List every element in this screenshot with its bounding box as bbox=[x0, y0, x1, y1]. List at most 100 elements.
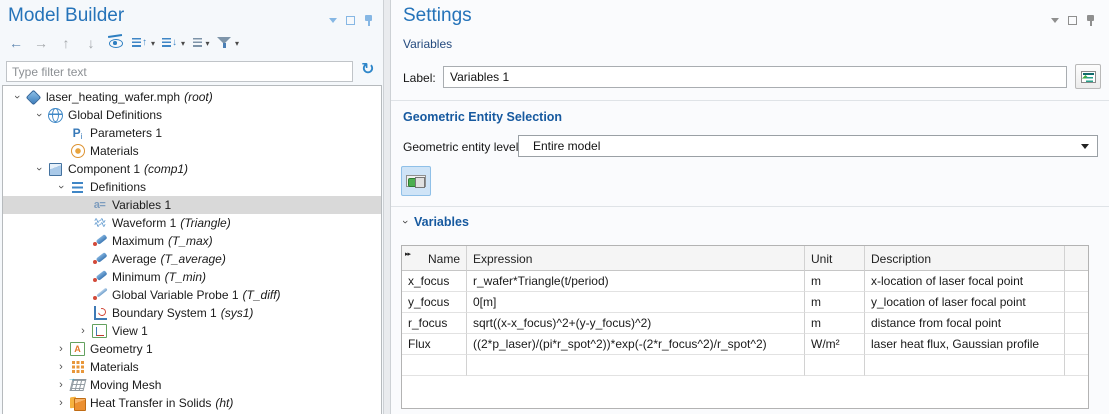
cell-expression[interactable]: sqrt((x-x_focus)^2+(y-y_focus)^2) bbox=[467, 313, 805, 334]
variables-table-row: y_focus 0[m] m y_location of laser focal… bbox=[402, 292, 1088, 313]
geometric-entity-selection-header: Geometric Entity Selection bbox=[403, 110, 562, 124]
tree-item[interactable]: Maximum (T_max) bbox=[3, 232, 381, 250]
tree-expander-icon[interactable] bbox=[31, 109, 47, 121]
tree-item[interactable]: Global Variable Probe 1 (T_diff) bbox=[3, 286, 381, 304]
column-header-unit[interactable]: Unit bbox=[805, 246, 865, 271]
cell-name[interactable]: x_focus bbox=[402, 271, 467, 292]
back-button[interactable]: ← bbox=[5, 32, 27, 54]
cell-description[interactable]: y_location of laser focal point bbox=[865, 292, 1065, 313]
cell-spacer bbox=[1065, 271, 1088, 292]
cell-spacer bbox=[1065, 313, 1088, 334]
cell-description[interactable]: laser heat flux, Gaussian profile bbox=[865, 334, 1065, 355]
cell-expression[interactable] bbox=[467, 355, 805, 376]
cell-unit[interactable] bbox=[805, 355, 865, 376]
model-tree-node-text-button[interactable]: ▾ bbox=[190, 32, 212, 54]
cell-name[interactable]: Flux bbox=[402, 334, 467, 355]
forward-button[interactable]: → bbox=[30, 32, 52, 54]
column-header-name[interactable]: Name bbox=[402, 246, 467, 271]
rename-button[interactable] bbox=[1075, 64, 1101, 89]
tree-expander-icon[interactable] bbox=[31, 163, 47, 175]
tree-item[interactable]: Waveform 1 (Triangle) bbox=[3, 214, 381, 232]
tree-item[interactable]: Heat Transfer in Solids (ht) bbox=[3, 394, 381, 412]
cell-expression[interactable]: ((2*p_laser)/(pi*r_spot^2))*exp(-(2*r_fo… bbox=[467, 334, 805, 355]
tree-expander-icon[interactable] bbox=[75, 235, 91, 247]
pin-icon[interactable] bbox=[1086, 14, 1095, 27]
tree-item[interactable]: Boundary System 1 (sys1) bbox=[3, 304, 381, 322]
tree-expander-icon[interactable] bbox=[75, 325, 91, 337]
label-input[interactable] bbox=[443, 66, 1067, 88]
move-down-icon: ↓ bbox=[88, 36, 95, 50]
tree-expander-icon[interactable] bbox=[75, 217, 91, 229]
cell-description[interactable]: x-location of laser focal point bbox=[865, 271, 1065, 292]
tree-expander-icon[interactable] bbox=[9, 91, 25, 103]
tree-expander-icon[interactable] bbox=[53, 181, 69, 193]
tree-expander-icon[interactable] bbox=[75, 307, 91, 319]
tree-expander-icon[interactable] bbox=[75, 271, 91, 283]
tree-item[interactable]: Average (T_average) bbox=[3, 250, 381, 268]
section-collapse-icon[interactable]: › bbox=[399, 216, 411, 228]
tree-filter-input[interactable] bbox=[6, 61, 353, 82]
show-button[interactable] bbox=[105, 32, 127, 54]
tree-item[interactable]: Definitions bbox=[3, 178, 381, 196]
tree-expander-icon[interactable] bbox=[75, 199, 91, 211]
tree-item[interactable]: Materials bbox=[3, 358, 381, 376]
tree-item[interactable]: Minimum (T_min) bbox=[3, 268, 381, 286]
geometry-icon bbox=[69, 341, 86, 357]
cell-name[interactable]: r_focus bbox=[402, 313, 467, 334]
float-icon[interactable] bbox=[1068, 16, 1077, 25]
tree-item[interactable]: Variables 1 bbox=[3, 196, 381, 214]
tree-expander-icon[interactable] bbox=[75, 289, 91, 301]
cell-unit[interactable]: m bbox=[805, 313, 865, 334]
float-icon[interactable] bbox=[346, 16, 355, 25]
tree-expander-icon[interactable] bbox=[53, 397, 69, 409]
pin-icon[interactable] bbox=[364, 14, 373, 27]
chevron-down-icon: ▾ bbox=[151, 39, 155, 48]
move-down-button[interactable]: ↓ bbox=[80, 32, 102, 54]
definitions-icon bbox=[69, 179, 86, 195]
materials-node-icon bbox=[69, 359, 86, 375]
column-header-description[interactable]: Description bbox=[865, 246, 1065, 271]
variables-table-body: x_focus r_wafer*Triangle(t/period) m x-l… bbox=[402, 271, 1088, 376]
column-header-expression[interactable]: Expression bbox=[467, 246, 805, 271]
cell-name[interactable] bbox=[402, 355, 467, 376]
tree-expander-icon[interactable] bbox=[75, 253, 91, 265]
collapse-all-icon bbox=[132, 38, 141, 49]
tree-item[interactable]: Moving Mesh bbox=[3, 376, 381, 394]
tree-item[interactable]: laser_heating_wafer.mph (root) bbox=[3, 88, 381, 106]
cell-unit[interactable]: W/m² bbox=[805, 334, 865, 355]
variables-section-header-row[interactable]: › Variables bbox=[399, 215, 469, 229]
tree-item[interactable]: View 1 bbox=[3, 322, 381, 340]
cell-description[interactable]: distance from focal point bbox=[865, 313, 1065, 334]
chevron-down-icon[interactable] bbox=[329, 18, 337, 23]
tree-expander-icon[interactable] bbox=[53, 127, 69, 139]
tree-item[interactable]: Materials bbox=[3, 142, 381, 160]
boundary-system-icon bbox=[91, 305, 108, 321]
tree-item[interactable]: Global Definitions bbox=[3, 106, 381, 124]
back-icon: ← bbox=[9, 36, 23, 50]
tree-expander-icon[interactable] bbox=[53, 379, 69, 391]
model-builder-panel: Model Builder ← → ↑ ↓ ↑▾ ↓▾ ▾ ▾ bbox=[0, 0, 384, 414]
comsol-window: Model Builder ← → ↑ ↓ ↑▾ ↓▾ ▾ ▾ bbox=[0, 0, 1109, 414]
filter-button[interactable]: ▾ bbox=[215, 32, 241, 54]
active-selection-toggle-button[interactable] bbox=[401, 166, 431, 196]
geometric-entity-level-select[interactable]: Entire model bbox=[518, 135, 1098, 157]
expand-all-button[interactable]: ↓▾ bbox=[160, 32, 187, 54]
cell-expression[interactable]: r_wafer*Triangle(t/period) bbox=[467, 271, 805, 292]
tree-expander-icon[interactable] bbox=[53, 145, 69, 157]
cell-description[interactable] bbox=[865, 355, 1065, 376]
cell-unit[interactable]: m bbox=[805, 292, 865, 313]
parameters-icon bbox=[69, 125, 86, 141]
chevron-down-icon[interactable] bbox=[1051, 18, 1059, 23]
tree-item[interactable]: Geometry 1 bbox=[3, 340, 381, 358]
tree-expander-icon[interactable] bbox=[53, 361, 69, 373]
refresh-icon[interactable]: ↻ bbox=[361, 59, 374, 79]
cell-expression[interactable]: 0[m] bbox=[467, 292, 805, 313]
tree-item[interactable]: Parameters 1 bbox=[3, 124, 381, 142]
move-up-button[interactable]: ↑ bbox=[55, 32, 77, 54]
tree-expander-icon[interactable] bbox=[53, 343, 69, 355]
variables-section-header: Variables bbox=[414, 215, 469, 229]
tree-item[interactable]: Component 1 (comp1) bbox=[3, 160, 381, 178]
cell-unit[interactable]: m bbox=[805, 271, 865, 292]
cell-name[interactable]: y_focus bbox=[402, 292, 467, 313]
collapse-all-button[interactable]: ↑▾ bbox=[130, 32, 157, 54]
